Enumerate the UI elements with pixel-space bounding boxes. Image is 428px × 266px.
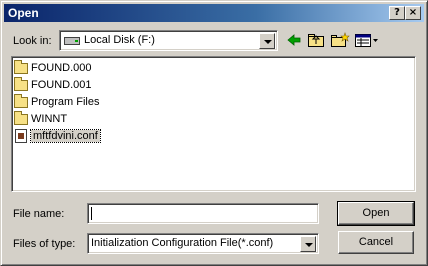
up-folder-icon[interactable] [306,31,326,49]
title-bar[interactable]: Open ? × [4,4,424,22]
list-item-label: FOUND.001 [31,79,92,91]
drive-icon [64,37,80,45]
list-item-label: FOUND.000 [31,62,92,74]
files-of-type-dropdown-arrow[interactable] [300,236,316,252]
files-of-type-value: Initialization Configuration File(*.conf… [91,237,274,249]
new-folder-icon[interactable] [330,31,350,49]
folder-icon [14,110,28,125]
folder-icon [14,93,28,108]
list-item-selected[interactable]: mftfdvini.conf [14,128,101,144]
window-title: Open [8,6,39,20]
back-arrow-icon[interactable] [284,31,304,49]
list-item[interactable]: FOUND.001 [14,76,92,93]
cancel-button[interactable]: Cancel [338,231,414,254]
file-name-label: File name: [13,208,65,220]
folder-icon [14,59,28,74]
text-cursor [91,207,92,220]
look-in-label: Look in: [13,35,52,47]
look-in-dropdown[interactable]: Local Disk (F:) [59,30,278,51]
files-of-type-dropdown[interactable]: Initialization Configuration File(*.conf… [87,233,319,254]
list-item[interactable]: FOUND.000 [14,59,92,76]
close-button[interactable]: × [405,6,421,20]
list-item[interactable]: Program Files [14,93,100,110]
list-item-label: mftfdvini.conf [30,129,101,143]
look-in-value: Local Disk (F:) [84,34,155,46]
list-item[interactable]: WINNT [14,110,68,127]
files-of-type-label: Files of type: [13,238,76,250]
view-menu-icon[interactable] [354,31,380,49]
open-button[interactable]: Open [337,201,415,226]
list-item-label: WINNT [31,113,68,125]
list-item-label: Program Files [31,96,100,108]
look-in-dropdown-arrow[interactable] [259,33,275,49]
help-button[interactable]: ? [389,6,405,20]
file-list[interactable]: FOUND.000 FOUND.001 Program Files WINNT … [11,56,416,192]
file-name-input[interactable] [87,203,319,224]
folder-icon [14,76,28,91]
config-file-icon [15,129,27,143]
open-dialog: Open ? × Look in: Local Disk (F:) FOUND.… [0,0,428,266]
